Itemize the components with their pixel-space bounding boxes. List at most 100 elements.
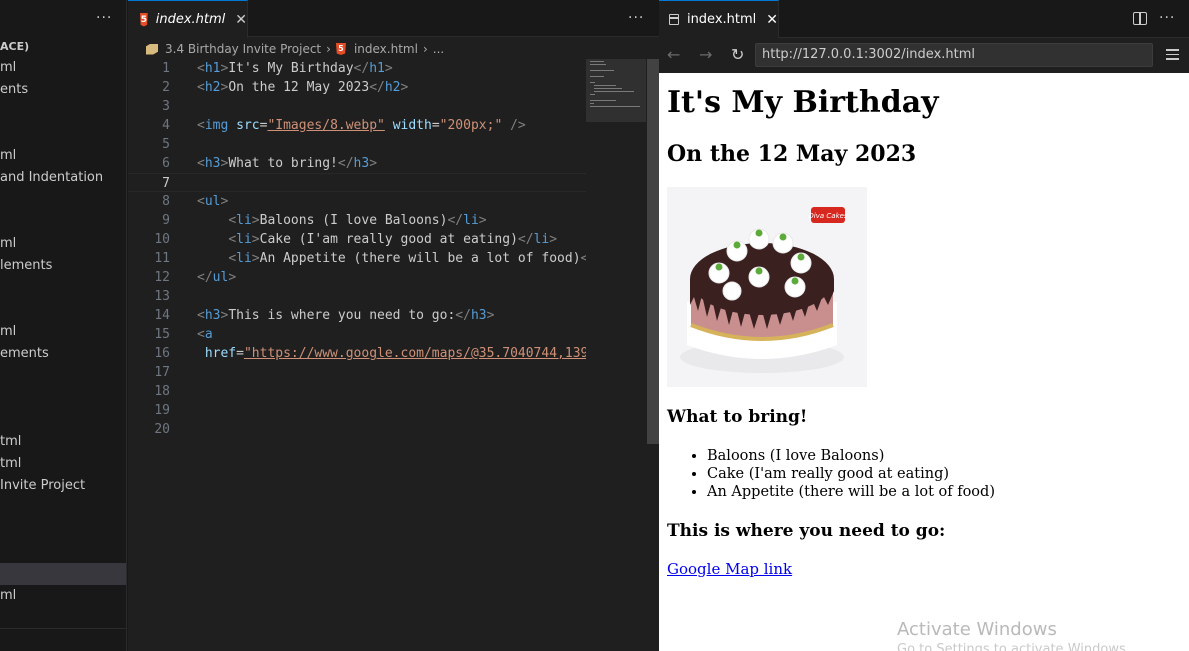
line-number: 7 bbox=[162, 176, 170, 191]
code-line: 5 bbox=[128, 135, 586, 154]
preview-tab-index-html[interactable]: index.html ✕ bbox=[659, 0, 779, 38]
editor-tab-bar: 5 index.html ✕ ··· bbox=[128, 0, 659, 38]
breadcrumb-ellipsis[interactable]: ... bbox=[433, 42, 444, 56]
breadcrumb-file[interactable]: index.html bbox=[354, 42, 418, 56]
hamburger-menu-icon[interactable] bbox=[1166, 49, 1179, 61]
page-heading-what-to-bring: What to bring! bbox=[667, 407, 808, 427]
tree-item[interactable]: and Indentation bbox=[0, 167, 126, 189]
sidebar-divider bbox=[0, 628, 126, 629]
preview-more-icon[interactable]: ··· bbox=[1159, 10, 1175, 26]
line-number: 1 bbox=[162, 61, 170, 76]
code-line: 13 bbox=[128, 287, 586, 306]
tree-item[interactable]: ml bbox=[0, 57, 126, 79]
code-text: href="https://www.google.com/maps/@35.70… bbox=[204, 346, 597, 361]
cake-logo-text: Diva Cakes bbox=[808, 212, 848, 220]
tree-item[interactable]: tml bbox=[0, 453, 126, 475]
code-text: <h1>It's My Birthday</h1> bbox=[197, 61, 393, 76]
tree-item[interactable]: tml bbox=[0, 431, 126, 453]
tree-item[interactable]: ements bbox=[0, 343, 126, 365]
page-heading-h1: It's My Birthday bbox=[667, 85, 939, 120]
breadcrumb-folder[interactable]: 3.4 Birthday Invite Project bbox=[165, 42, 321, 56]
tree-item[interactable]: lements bbox=[0, 255, 126, 277]
google-map-link[interactable]: Google Map link bbox=[667, 560, 792, 578]
line-number: 9 bbox=[162, 213, 170, 228]
line-number: 11 bbox=[154, 251, 170, 266]
line-number: 8 bbox=[162, 194, 170, 209]
explorer-more-icon[interactable]: ··· bbox=[96, 10, 112, 26]
code-text: <img src="Images/8.webp" width="200px;" … bbox=[197, 118, 526, 133]
code-line: 3 bbox=[128, 97, 586, 116]
code-line: 2 <h2>On the 12 May 2023</h2> bbox=[128, 78, 586, 97]
line-number: 3 bbox=[162, 99, 170, 114]
code-text: <li>Baloons (I love Baloons)</li> bbox=[228, 213, 487, 228]
line-number: 18 bbox=[154, 384, 170, 399]
code-line: 17 bbox=[128, 363, 586, 382]
code-line: 18 bbox=[128, 382, 586, 401]
chevron-right-icon: › bbox=[422, 42, 428, 56]
cake-image: Diva Cakes bbox=[667, 187, 867, 387]
editor-more-icon[interactable]: ··· bbox=[628, 10, 644, 26]
line-number: 20 bbox=[154, 422, 170, 437]
code-line: 19 bbox=[128, 401, 586, 420]
code-line: 4 <img src="Images/8.webp" width="200px;"… bbox=[128, 116, 586, 135]
line-number: 5 bbox=[162, 137, 170, 152]
code-text: <li>An Appetite (there will be a lot of … bbox=[228, 251, 596, 266]
bring-list: Baloons (I love Baloons) Cake (I'am real… bbox=[707, 447, 995, 501]
explorer-section-title[interactable]: ACE) bbox=[0, 40, 29, 53]
editor-scrollbar-thumb[interactable] bbox=[647, 59, 659, 444]
preview-tab-label: index.html bbox=[686, 12, 757, 27]
close-icon[interactable]: ✕ bbox=[766, 12, 778, 28]
editor-tab-index-html[interactable]: 5 index.html ✕ bbox=[128, 0, 248, 38]
tree-item[interactable]: ml bbox=[0, 585, 126, 607]
tree-item[interactable]: ents bbox=[0, 79, 126, 101]
line-number: 12 bbox=[154, 270, 170, 285]
tree-item[interactable]: ml bbox=[0, 321, 126, 343]
code-line: 10 <li>Cake (I'am really good at eating)… bbox=[128, 230, 586, 249]
folder-icon bbox=[146, 43, 158, 55]
browser-preview-icon bbox=[669, 14, 679, 25]
page-heading-where-to-go: This is where you need to go: bbox=[667, 521, 946, 541]
code-text: <ul> bbox=[197, 194, 229, 209]
html5-icon: 5 bbox=[140, 12, 148, 27]
code-line: 8 <ul> bbox=[128, 192, 586, 211]
editor-tab-label: index.html bbox=[155, 12, 226, 27]
line-number: 15 bbox=[154, 327, 170, 342]
line-number: 17 bbox=[154, 365, 170, 380]
preview-panel: index.html ✕ ··· ← → ↻ http://127.0.0.1:… bbox=[659, 0, 1189, 651]
split-editor-icon[interactable] bbox=[1133, 12, 1147, 25]
code-line: 1 <h1>It's My Birthday</h1> bbox=[128, 59, 586, 78]
activate-windows-subtitle: Go to Settings to activate Windows. bbox=[897, 642, 1130, 651]
code-text: <li>Cake (I'am really good at eating)</l… bbox=[228, 232, 558, 247]
line-number: 2 bbox=[162, 80, 170, 95]
page-heading-h2: On the 12 May 2023 bbox=[667, 141, 917, 167]
activate-windows-watermark: Activate Windows bbox=[897, 619, 1057, 640]
line-number: 4 bbox=[162, 118, 170, 133]
code-editor[interactable]: 1 <h1>It's My Birthday</h1> 2 <h2>On the 1… bbox=[128, 59, 596, 439]
preview-tab-bar: index.html ✕ ··· bbox=[659, 0, 1189, 38]
tree-item[interactable]: ml bbox=[0, 233, 126, 255]
code-text: <h3>This is where you need to go:</h3> bbox=[197, 308, 495, 323]
reload-icon[interactable]: ↻ bbox=[731, 45, 744, 64]
line-number: 16 bbox=[154, 346, 170, 361]
code-line: 9 <li>Baloons (I love Baloons)</li> bbox=[128, 211, 586, 230]
editor-scrollbar[interactable] bbox=[646, 59, 659, 651]
code-text: <h2>On the 12 May 2023</h2> bbox=[197, 80, 409, 95]
explorer-sidebar: ··· ACE) ml ents ml and Indentation ml l… bbox=[0, 0, 127, 651]
html5-icon: 5 bbox=[335, 43, 346, 55]
back-arrow-icon[interactable]: ← bbox=[667, 45, 680, 64]
minimap[interactable] bbox=[586, 59, 646, 651]
tree-item[interactable]: ml bbox=[0, 145, 126, 167]
tree-item[interactable]: Invite Project bbox=[0, 475, 126, 497]
code-line: 11 <li>An Appetite (there will be a lot … bbox=[128, 249, 596, 268]
code-line: 20 bbox=[128, 420, 586, 439]
list-item: Baloons (I love Baloons) bbox=[707, 447, 995, 465]
tree-selection-highlight bbox=[0, 563, 126, 585]
breadcrumb: 3.4 Birthday Invite Project › 5 index.ht… bbox=[146, 40, 444, 58]
code-text: <h3>What to bring!</h3> bbox=[197, 156, 378, 171]
code-text: </ul> bbox=[197, 270, 237, 285]
close-icon[interactable]: ✕ bbox=[235, 12, 247, 28]
url-bar[interactable]: http://127.0.0.1:3002/index.html bbox=[755, 43, 1153, 67]
forward-arrow-icon[interactable]: → bbox=[699, 45, 712, 64]
chevron-right-icon: › bbox=[326, 42, 331, 56]
code-line: 14 <h3>This is where you need to go:</h3> bbox=[128, 306, 586, 325]
